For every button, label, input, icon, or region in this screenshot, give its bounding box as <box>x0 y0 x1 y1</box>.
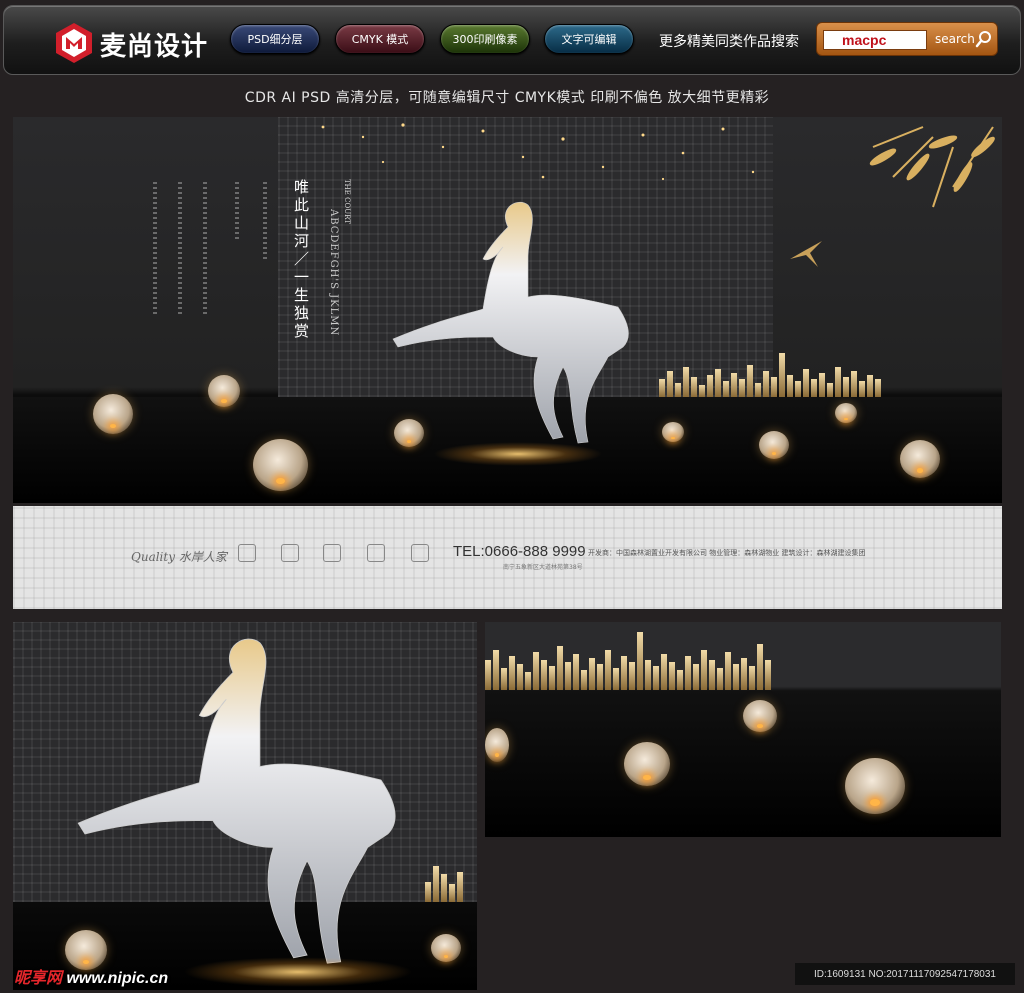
developer-credits: 开发商：中国森林湖置业开发有限公司 物业管理：森林湖物业 建筑设计：森林湖建设集… <box>588 549 866 557</box>
search-icon[interactable] <box>975 30 993 48</box>
header-bar: 麦尚设计 PSD细分层 CMYK 模式 300印刷像素 文字可编辑 更多精美同类… <box>3 5 1021 75</box>
light-glow <box>183 957 413 987</box>
cmyk-mode-button[interactable]: CMYK 模式 <box>335 24 425 54</box>
city-skyline <box>425 862 477 902</box>
body-text-column <box>263 182 267 262</box>
detail-horse-image <box>13 622 477 990</box>
lantern-orb <box>759 431 789 459</box>
light-glow <box>433 442 603 466</box>
search-box: macpc search <box>816 22 998 56</box>
body-text-column <box>178 182 182 317</box>
lantern-orb <box>431 934 461 962</box>
lantern-orb <box>253 439 308 491</box>
watermark-prefix: 昵享网 <box>14 970 63 987</box>
project-address: 南宁五象新区大道林苑第38号 <box>503 564 583 571</box>
body-text-column <box>235 182 239 242</box>
lantern-orb <box>662 422 684 442</box>
page: 麦尚设计 PSD细分层 CMYK 模式 300印刷像素 文字可编辑 更多精美同类… <box>0 0 1024 993</box>
editable-text-button[interactable]: 文字可编辑 <box>544 24 634 54</box>
tree-icon <box>238 544 256 562</box>
body-text-column <box>203 182 207 317</box>
body-text-column <box>153 182 157 317</box>
phone-number: TEL:0666-888 9999 <box>453 543 586 560</box>
feature-subtitle: CDR AI PSD 高清分层，可随意编辑尺寸 CMYK模式 印刷不偏色 放大细… <box>244 90 770 106</box>
watermark-url: www.nipic.cn <box>66 970 169 987</box>
emblem-icon <box>323 544 341 562</box>
lantern-orb <box>485 728 509 762</box>
poster-english-title: ABCDEFGH'S JKLMN <box>328 209 339 337</box>
city-skyline <box>659 352 1002 397</box>
image-id-label: ID:1609131 NO:20171117092547178031 <box>795 963 1015 985</box>
lantern-orb <box>624 742 670 786</box>
brand-name[interactable]: 麦尚设计 <box>100 26 208 63</box>
brand-logo-icon[interactable] <box>54 21 94 65</box>
search-input[interactable]: macpc <box>823 30 927 50</box>
search-button-label[interactable]: search <box>935 32 975 46</box>
crown-icon <box>367 544 385 562</box>
detail-skyline-image <box>485 622 1001 837</box>
crest-icon <box>281 544 299 562</box>
lantern-orb <box>394 419 424 447</box>
info-strip: Quality 水岸人家 TEL:0666-888 9999 南宁五象新区大道林… <box>13 506 1002 609</box>
lantern-orb <box>900 440 940 478</box>
city-skyline <box>485 632 1001 690</box>
lantern-orb <box>208 375 240 407</box>
lantern-orb <box>835 403 857 423</box>
flying-bird-icon <box>790 241 822 267</box>
psd-layers-button[interactable]: PSD细分层 <box>230 24 320 54</box>
poster-slogan: 唯此山河／一生独赏 <box>292 179 310 341</box>
more-works-link[interactable]: 更多精美同类作品搜索 <box>659 31 799 51</box>
flower-icon <box>411 544 429 562</box>
horse-sculpture-closeup <box>77 638 396 964</box>
bamboo-leaves-decoration <box>869 126 995 208</box>
court-label: THE COURT <box>343 179 351 224</box>
print-resolution-button[interactable]: 300印刷像素 <box>440 24 530 54</box>
lantern-orb <box>93 394 133 434</box>
main-poster-image: 唯此山河／一生独赏 ABCDEFGH'S JKLMN THE COURT <box>13 117 1002 503</box>
horse-sculpture-image <box>392 201 629 444</box>
project-brand-logo: Quality 水岸人家 <box>131 550 227 564</box>
lantern-orb <box>845 758 905 814</box>
site-watermark: 昵享网 www.nipic.cn <box>14 964 168 988</box>
sparkle-stars-decoration <box>321 123 755 181</box>
lantern-orb <box>743 700 777 732</box>
